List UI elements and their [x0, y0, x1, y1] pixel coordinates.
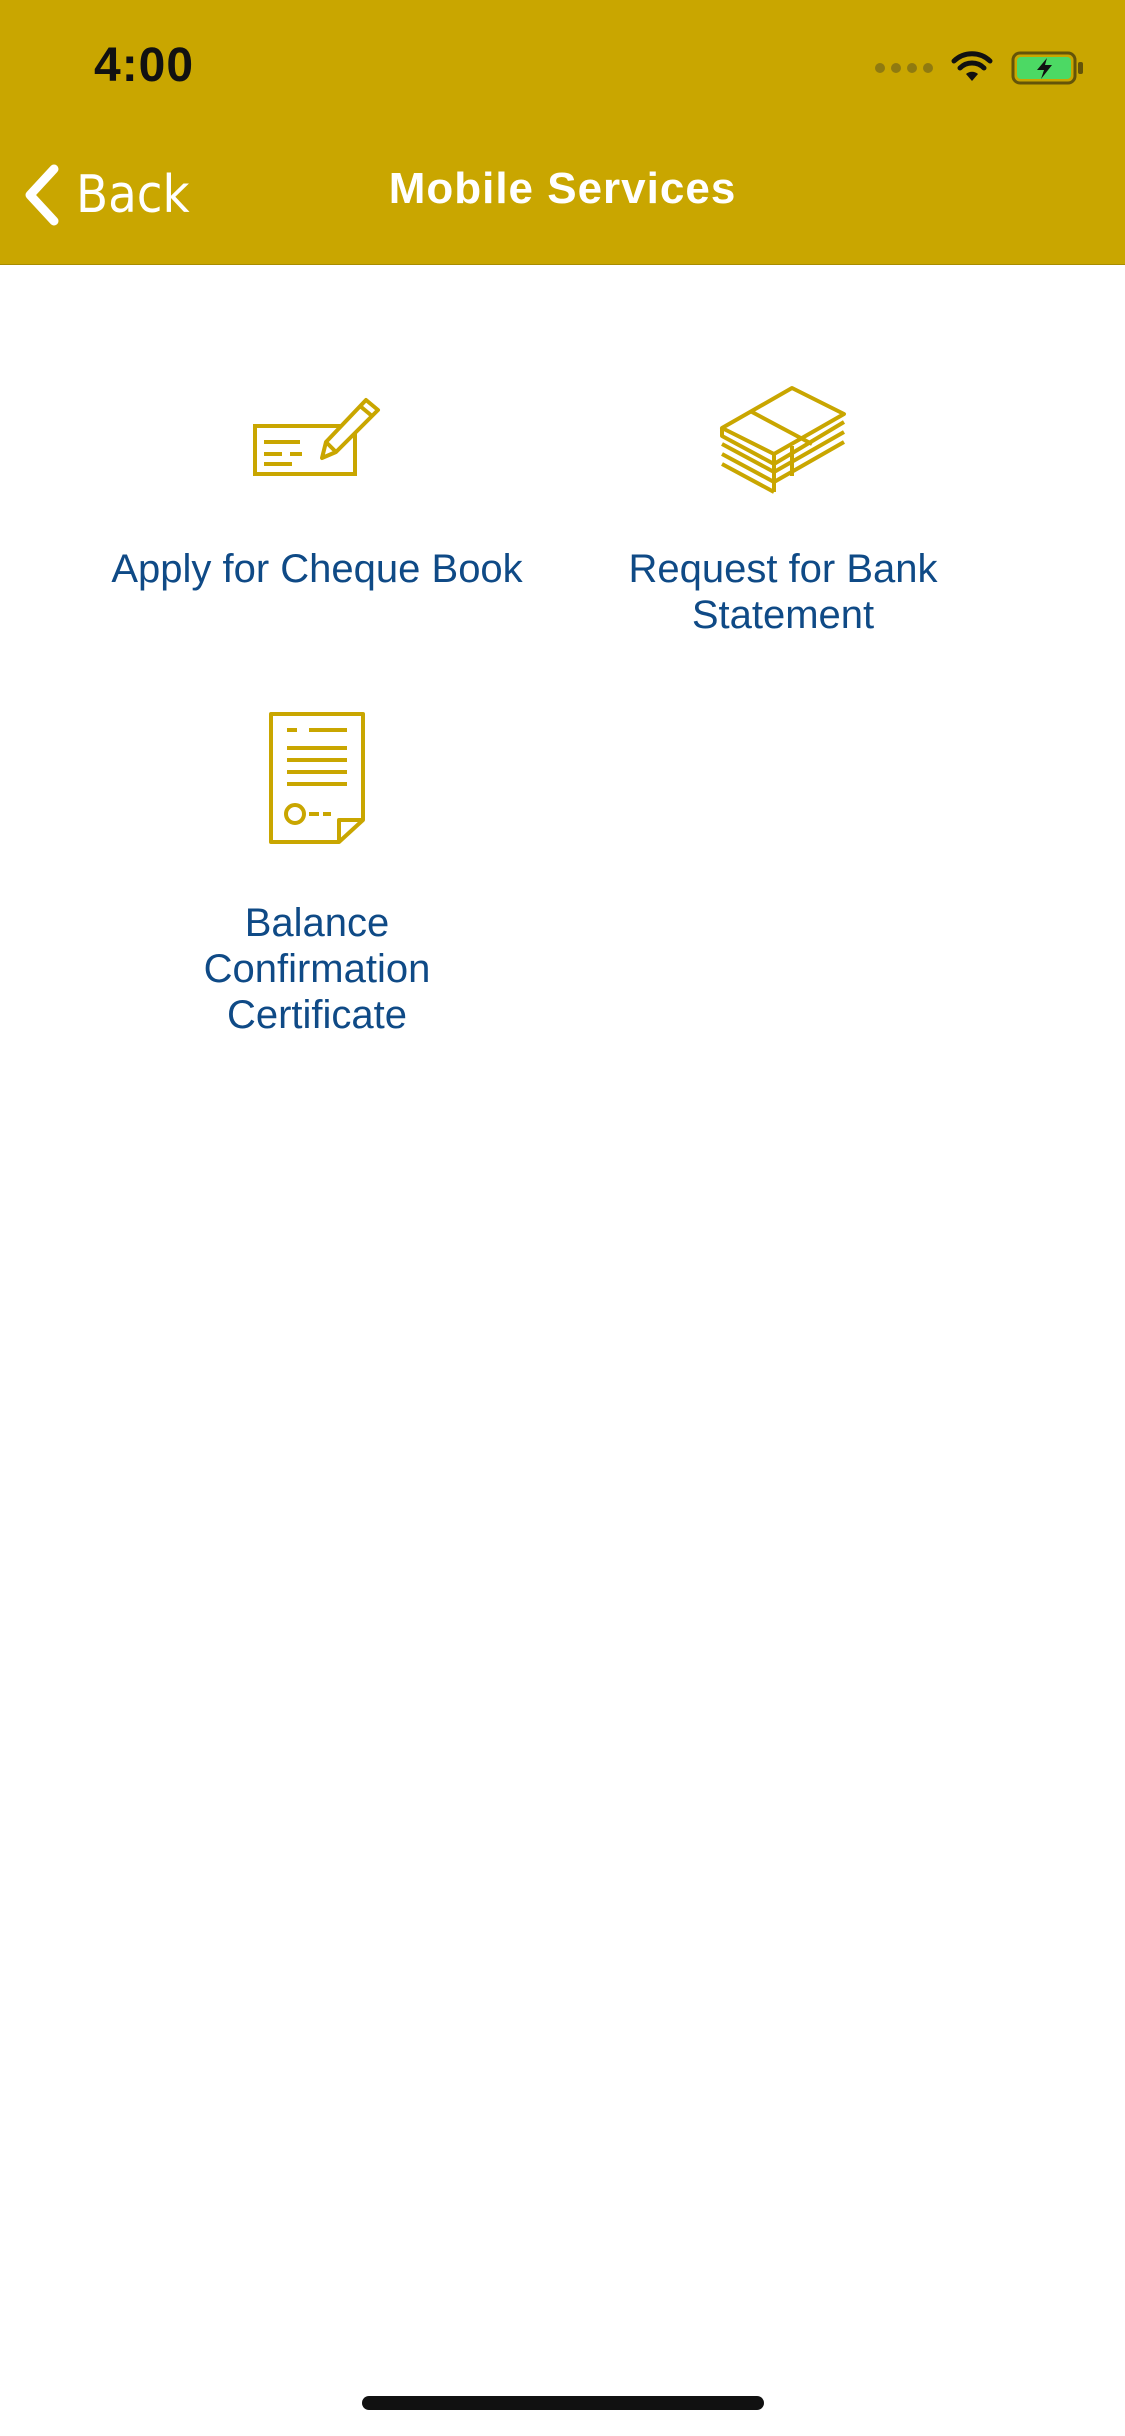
page-title: Mobile Services [388, 164, 737, 213]
service-label: Apply for Cheque Book [111, 547, 523, 591]
wifi-icon [951, 51, 993, 81]
service-tile-cheque-book[interactable]: Apply for Cheque Book [87, 390, 547, 592]
home-indicator[interactable] [362, 2396, 764, 2410]
stacked-documents-icon [720, 386, 846, 494]
service-tile-bank-statement[interactable]: Request for Bank Statement [553, 380, 1013, 638]
navigation-header: 4:00 Back Mobile Services [0, 0, 1125, 265]
service-tile-balance-certificate[interactable]: Balance Confirmation Certificate [87, 710, 547, 1038]
cheque-pen-icon [253, 398, 380, 476]
status-time: 4:00 [94, 39, 195, 92]
cellular-signal-icon [875, 63, 933, 73]
service-label: Balance Confirmation Certificate [203, 901, 431, 1037]
certificate-document-icon [269, 712, 365, 844]
service-label: Request for Bank Statement [628, 547, 938, 637]
status-bar-icons [875, 48, 1085, 88]
battery-charging-icon [1011, 51, 1083, 85]
